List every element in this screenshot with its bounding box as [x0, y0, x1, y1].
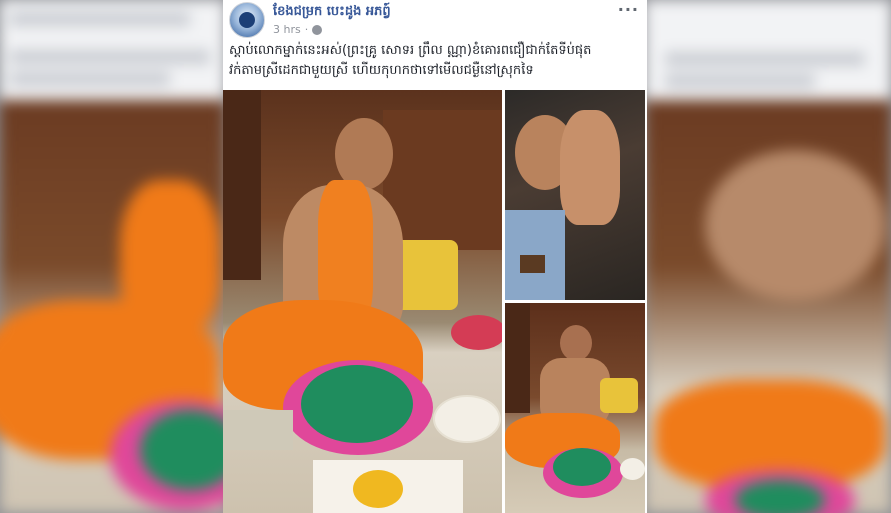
photo-seated-head	[560, 325, 592, 361]
photo-fan	[451, 315, 502, 350]
photo-selfie-bracelet	[520, 255, 545, 273]
post-meta: 3 hrs ·	[273, 23, 323, 36]
photo-selfie-hand	[560, 110, 620, 225]
photo-food-plate	[433, 395, 501, 443]
post-text: ស្តាប់លោកម្នាក់នេះអស់(ព្រះគ្រូ សោទរ ព្រឹ…	[229, 41, 641, 81]
photo-seated-food	[620, 458, 645, 480]
photo-green-basin	[301, 365, 413, 443]
page-name-link[interactable]: ខែងជម្រក បេះដូង អភព្វ៍	[273, 3, 391, 22]
photo-wooden-chair	[223, 90, 261, 280]
photo-seated-basket	[600, 378, 638, 413]
photo-mat-emblem	[353, 470, 403, 508]
page-avatar-icon[interactable]	[229, 2, 265, 38]
photo-seated-chair	[505, 303, 530, 413]
blurred-background-left	[0, 0, 260, 513]
post-meta-separator: ·	[304, 23, 309, 36]
post-timestamp[interactable]: 3 hrs	[273, 23, 301, 36]
globe-icon	[312, 24, 323, 35]
post-photo-selfie[interactable]	[505, 90, 645, 300]
more-options-icon[interactable]: ···	[618, 0, 639, 19]
post-photo-seated[interactable]	[505, 303, 645, 513]
post-card: ខែងជម្រក បេះដូង អភព្វ៍ 3 hrs · ··· ស្តាប…	[223, 0, 647, 513]
post-text-line-2: វក់តាមស្រីដេកជាមួយស្រី ហើយកុហកថាទៅមើលជម្…	[229, 63, 534, 78]
blurred-background-right	[645, 0, 891, 513]
photo-banknotes	[223, 410, 293, 450]
post-text-line-1: ស្តាប់លោកម្នាក់នេះអស់(ព្រះគ្រូ សោទរ ព្រឹ…	[229, 43, 592, 58]
post-photo-main[interactable]	[223, 90, 502, 513]
photo-seated-basin	[553, 448, 611, 486]
